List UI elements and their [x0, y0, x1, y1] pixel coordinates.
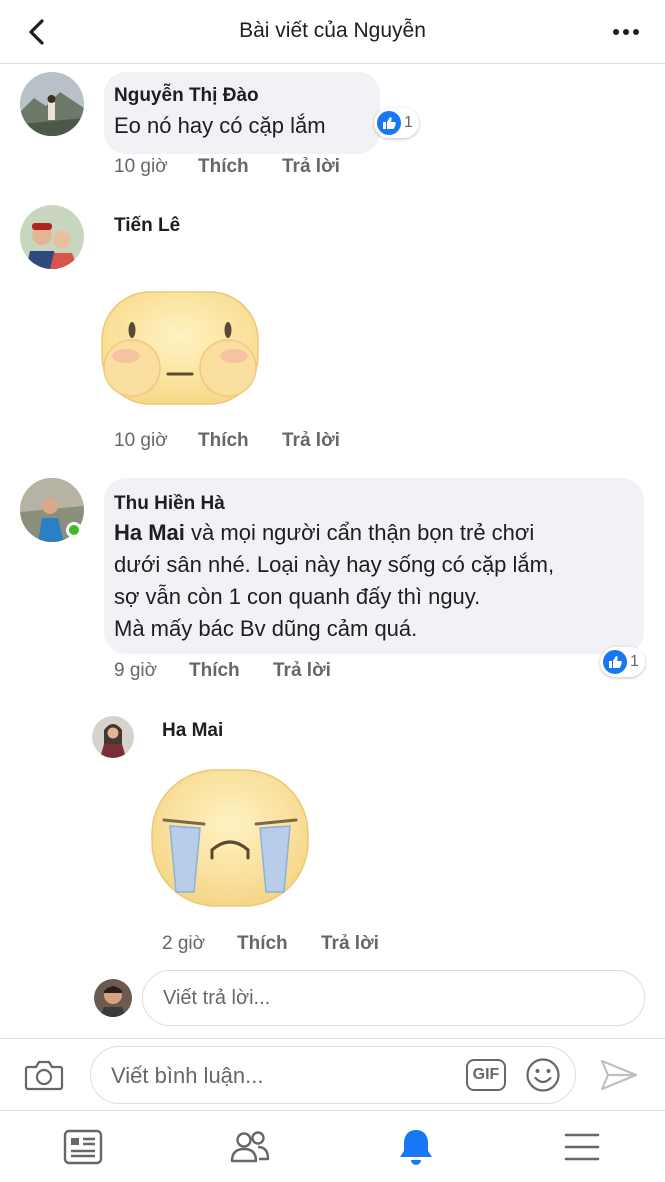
- comment-time: 10 giờ: [114, 430, 168, 451]
- comment-text-line: Mà mấy bác Bv dũng cảm quá.: [114, 616, 418, 641]
- avatar: [94, 979, 132, 1017]
- news-feed-icon[interactable]: [61, 1125, 105, 1169]
- comment-text-line: và mọi người cẩn thận bọn trẻ chơi: [184, 520, 535, 545]
- send-icon[interactable]: [598, 1057, 640, 1093]
- menu-icon[interactable]: [560, 1125, 604, 1169]
- reply-button[interactable]: Trả lời: [273, 660, 331, 682]
- comment-text-line: sợ vẫn còn 1 con quanh đấy thì nguy.: [114, 584, 481, 609]
- avatar[interactable]: [20, 205, 84, 269]
- comment-author[interactable]: Thu Hiền Hà: [114, 493, 225, 515]
- like-button[interactable]: Thích: [237, 933, 288, 955]
- crying-face-sticker[interactable]: [150, 768, 310, 908]
- like-button[interactable]: Thích: [189, 660, 240, 682]
- reply-placeholder: Viết trả lời...: [163, 987, 271, 1009]
- reply-button[interactable]: Trả lời: [282, 156, 340, 178]
- like-reaction-icon: [377, 111, 401, 135]
- comment-text: Ha Mai và mọi người cẩn thận bọn trẻ chơ…: [114, 517, 640, 645]
- comment-time: 2 giờ: [162, 933, 206, 954]
- avatar[interactable]: [20, 72, 84, 136]
- comment-text-line: dưới sân nhé. Loại này hay sống có cặp l…: [114, 552, 555, 577]
- reaction-count: 1: [630, 653, 639, 670]
- more-options-icon[interactable]: [611, 20, 641, 44]
- comment-author[interactable]: Nguyễn Thị Đào: [114, 85, 259, 107]
- emoji-icon[interactable]: [525, 1057, 561, 1093]
- comment-input[interactable]: Viết bình luận... GIF: [90, 1046, 576, 1104]
- notifications-bell-icon[interactable]: [394, 1125, 438, 1169]
- comment-author[interactable]: Tiến Lê: [114, 215, 180, 237]
- comment-placeholder: Viết bình luận...: [111, 1063, 264, 1088]
- camera-icon[interactable]: [24, 1057, 64, 1093]
- friends-icon[interactable]: [228, 1125, 272, 1169]
- reply-button[interactable]: Trả lời: [321, 933, 379, 955]
- reply-input[interactable]: Viết trả lời...: [142, 970, 645, 1026]
- like-reaction-icon: [603, 650, 627, 674]
- reaction-badge[interactable]: 1: [600, 647, 645, 677]
- top-bar: Bài viết của Nguyễn: [0, 0, 665, 64]
- reply-button[interactable]: Trả lời: [282, 430, 340, 452]
- page-title: Bài viết của Nguyễn: [239, 19, 426, 42]
- reaction-badge[interactable]: 1: [374, 108, 419, 138]
- comment-text: Eo nó hay có cặp lắm: [114, 113, 326, 138]
- mention-link[interactable]: Ha Mai: [114, 520, 185, 545]
- gif-button[interactable]: GIF: [466, 1059, 506, 1091]
- like-button[interactable]: Thích: [198, 430, 249, 452]
- avatar[interactable]: [92, 716, 134, 758]
- online-status-icon: [66, 522, 82, 538]
- comment-time: 9 giờ: [114, 660, 158, 681]
- bottom-tab-bar: [0, 1110, 665, 1182]
- comment-time: 10 giờ: [114, 156, 168, 177]
- comment-author[interactable]: Ha Mai: [162, 720, 223, 742]
- reaction-count: 1: [404, 114, 413, 131]
- comment-composer: Viết bình luận... GIF: [0, 1038, 665, 1110]
- blushing-face-sticker[interactable]: [100, 290, 260, 406]
- like-button[interactable]: Thích: [198, 156, 249, 178]
